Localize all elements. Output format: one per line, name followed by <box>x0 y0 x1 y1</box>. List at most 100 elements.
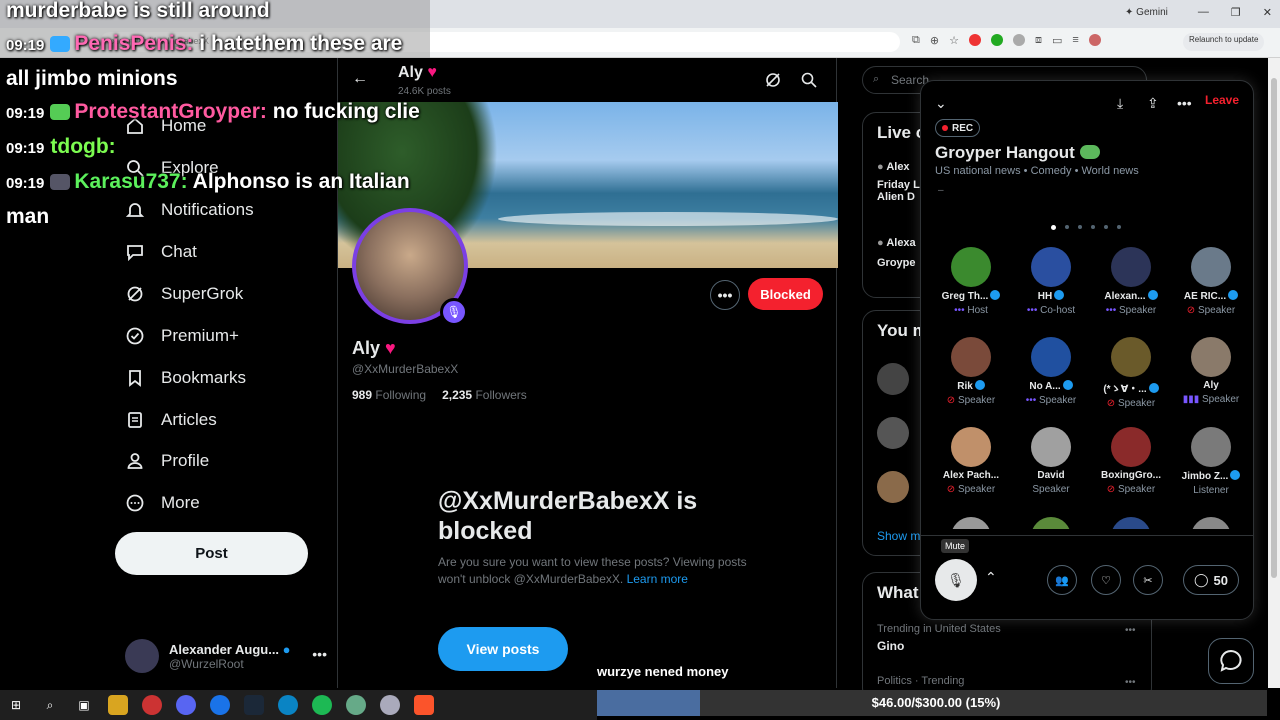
extension-icon[interactable] <box>1012 34 1025 46</box>
leave-button[interactable]: Leave <box>1205 93 1239 107</box>
speaker-tile[interactable]: HH ••• Co-host <box>1011 247 1091 316</box>
extensions-puzzle-icon[interactable]: ⧈ <box>1035 34 1042 47</box>
search-icon[interactable] <box>800 71 818 89</box>
account-switcher[interactable]: Alexander Augu... ● @WurzelRoot ••• <box>125 638 335 674</box>
scrollbar-thumb[interactable] <box>1271 78 1277 578</box>
speaker-tile[interactable]: Rik ⊘ Speaker <box>931 337 1011 406</box>
grok-analyze-icon[interactable] <box>764 71 782 89</box>
goal-text: $46.00/$300.00 (15%) <box>871 695 1001 710</box>
task-view-icon[interactable]: ▣ <box>74 695 94 715</box>
windows-start-icon[interactable]: ⊞ <box>6 695 26 715</box>
comments-button[interactable]: ◯ 50 <box>1183 565 1239 595</box>
trend-more-icon[interactable]: ••• <box>1125 677 1136 688</box>
page-scrollbar[interactable] <box>1268 58 1280 688</box>
trend-item[interactable]: Trending in United States Gino <box>877 623 1001 653</box>
relaunch-button[interactable]: Relaunch to update <box>1183 33 1265 51</box>
speaker-tile[interactable] <box>1011 517 1091 529</box>
speaker-tile[interactable]: BoxingGro... ⊘ Speaker <box>1091 427 1171 495</box>
reactions-button[interactable]: ♡ <box>1091 565 1121 595</box>
following-link[interactable]: 989 Following <box>352 388 426 402</box>
chrome-icon[interactable] <box>210 695 230 715</box>
speaker-tile[interactable]: AE RIC... ⊘ Speaker <box>1171 247 1251 316</box>
reading-list-icon[interactable]: ≡ <box>1072 34 1078 47</box>
share-icon[interactable]: ⇪ <box>1147 95 1159 112</box>
mic-dots-icon: ••• <box>954 305 968 316</box>
speaker-name: AE RIC... <box>1171 290 1251 302</box>
avatar[interactable] <box>877 363 909 395</box>
edge-icon[interactable] <box>278 695 298 715</box>
nav-chat[interactable]: Chat <box>125 242 197 262</box>
speaker-role: ⊘ Speaker <box>1106 398 1156 409</box>
chevron-up-icon[interactable]: ⌃ <box>985 569 997 586</box>
trend-item[interactable]: Politics · Trending <box>877 675 964 687</box>
avatar <box>951 517 991 529</box>
nav-articles[interactable]: Articles <box>125 410 217 430</box>
profile-avatar[interactable] <box>1088 34 1101 46</box>
profile-more-button[interactable]: ••• <box>710 280 740 310</box>
chat-line: 09:19 ProtestantGroyper: no fucking clie <box>6 100 420 123</box>
nav-more[interactable]: More <box>125 493 200 513</box>
brave-icon[interactable] <box>414 695 434 715</box>
more-dots-icon[interactable]: ••• <box>1177 95 1192 111</box>
trend-more-icon[interactable]: ••• <box>1125 625 1136 636</box>
live-item[interactable]: ● Alexa Groype <box>877 237 916 269</box>
maximize-button[interactable]: ❐ <box>1231 6 1241 19</box>
discord-icon[interactable] <box>176 695 196 715</box>
clip-button[interactable]: ✂ <box>1133 565 1163 595</box>
install-icon[interactable]: ⧉ <box>912 34 920 47</box>
people-button[interactable]: 👥 <box>1047 565 1077 595</box>
space-mic-badge-icon[interactable]: 🎙 <box>440 298 468 326</box>
collapse-chevron-icon[interactable]: ⌄ <box>935 95 947 112</box>
speaker-tile[interactable] <box>1171 517 1251 529</box>
verified-icon <box>126 327 144 345</box>
speaker-tile[interactable] <box>931 517 1011 529</box>
zoom-icon[interactable]: ⊕ <box>930 34 939 47</box>
heart-emoji-icon: ♥ <box>385 338 396 358</box>
post-button[interactable]: Post <box>115 532 308 575</box>
speaker-tile[interactable] <box>1091 517 1171 529</box>
show-more-link[interactable]: Show m <box>877 529 920 543</box>
taskbar-search-icon[interactable]: ⌕ <box>40 695 60 715</box>
extension-icon[interactable] <box>968 34 981 46</box>
more-dots-icon[interactable]: ••• <box>312 646 327 662</box>
mic-muted-icon: ⊘ <box>1106 484 1118 495</box>
nav-supergrok[interactable]: SuperGrok <box>125 284 243 304</box>
speaker-tile[interactable]: No A... ••• Speaker <box>1011 337 1091 406</box>
speaker-tile[interactable]: Alex Pach... ⊘ Speaker <box>931 427 1011 495</box>
minimize-button[interactable]: — <box>1198 6 1209 19</box>
obs-icon[interactable] <box>142 695 162 715</box>
steam-icon[interactable] <box>244 695 264 715</box>
app-icon[interactable] <box>346 695 366 715</box>
app-icon[interactable] <box>380 695 400 715</box>
followers-link[interactable]: 2,235 Followers <box>442 388 527 402</box>
bookmark-star-icon[interactable]: ☆ <box>949 34 959 47</box>
speaker-tile[interactable]: Jimbo Z... Listener <box>1171 427 1251 496</box>
speaker-name: Alex Pach... <box>942 470 1000 481</box>
search-icon: ⌕ <box>873 73 880 85</box>
messages-fab[interactable] <box>1208 638 1254 684</box>
learn-more-link[interactable]: Learn more <box>627 572 688 586</box>
mic-button[interactable]: 🎙 <box>935 559 977 601</box>
speaker-tile[interactable]: (*ゝ∀・... ⊘ Speaker <box>1091 337 1171 409</box>
nav-premium[interactable]: Premium+ <box>125 326 239 346</box>
gemini-button[interactable]: ✦ Gemini <box>1125 7 1168 18</box>
live-item[interactable]: ● Alex Friday L Alien D <box>877 161 920 203</box>
page-indicator <box>1051 225 1121 230</box>
nav-bookmarks[interactable]: Bookmarks <box>125 368 246 388</box>
frog-emoji-icon <box>1079 145 1100 159</box>
avatar[interactable] <box>877 417 909 449</box>
speaker-tile[interactable]: Greg Th... ••• Host <box>931 247 1011 316</box>
extension-icon[interactable] <box>990 34 1003 46</box>
spotify-icon[interactable] <box>312 695 332 715</box>
speaker-tile[interactable]: David Speaker <box>1011 427 1091 495</box>
close-button[interactable]: ✕ <box>1263 6 1272 19</box>
minimize-space-icon[interactable]: ⤓ <box>1117 95 1123 112</box>
speaker-tile[interactable]: Aly ▮▮▮ Speaker <box>1171 337 1251 405</box>
view-posts-button[interactable]: View posts <box>438 627 568 671</box>
speaker-tile[interactable]: Alexan... ••• Speaker <box>1091 247 1171 316</box>
sidebar-icon[interactable]: ▭ <box>1052 34 1062 47</box>
nav-profile[interactable]: Profile <box>125 451 209 471</box>
file-explorer-icon[interactable] <box>108 695 128 715</box>
avatar[interactable] <box>877 471 909 503</box>
blocked-button[interactable]: Blocked <box>748 278 823 310</box>
